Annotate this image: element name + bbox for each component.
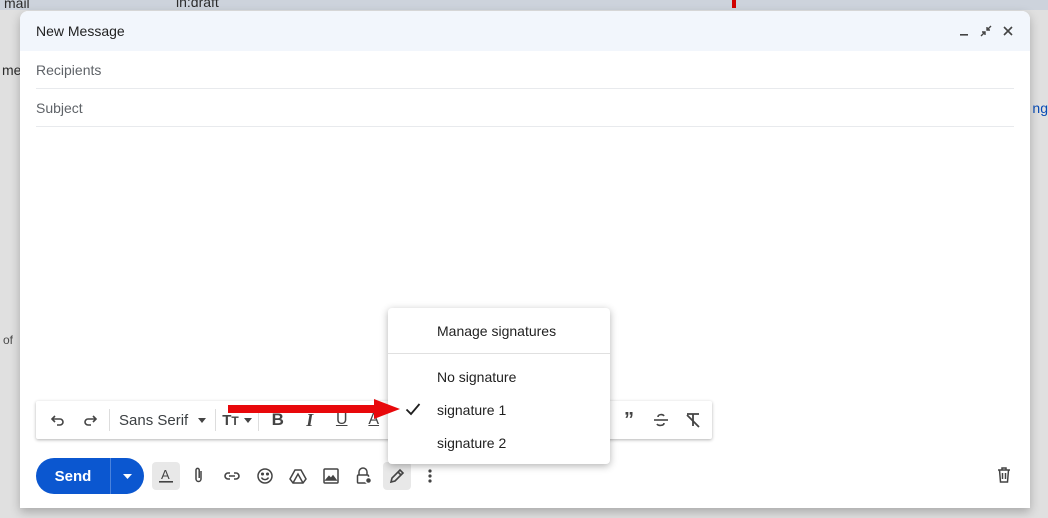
font-family-select[interactable]: Sans Serif (113, 412, 212, 429)
menu-item-label: signature 1 (437, 401, 507, 418)
menu-divider (388, 353, 610, 354)
discard-draft-icon[interactable] (992, 463, 1016, 487)
confidential-mode-icon[interactable] (350, 462, 378, 490)
signature-1-item[interactable]: signature 1 (388, 393, 610, 426)
menu-item-label: signature 2 (437, 434, 507, 451)
font-family-value: Sans Serif (119, 411, 189, 429)
manage-signatures-item[interactable]: Manage signatures (388, 314, 610, 347)
dropdown-caret-icon (198, 417, 207, 423)
remove-formatting-icon[interactable] (680, 407, 706, 433)
attach-file-icon[interactable] (185, 462, 213, 490)
recipients-field[interactable]: Recipients (36, 51, 1014, 89)
menu-item-label: No signature (437, 368, 517, 385)
close-icon[interactable] (998, 21, 1018, 41)
google-drive-icon[interactable] (284, 462, 312, 490)
compose-header: New Message (20, 11, 1030, 51)
signature-2-item[interactable]: signature 2 (388, 426, 610, 459)
insert-photo-icon[interactable] (317, 462, 345, 490)
annotation-arrow (228, 399, 400, 419)
send-button[interactable]: Send (36, 458, 110, 494)
dropdown-caret-icon (123, 473, 132, 479)
fullscreen-icon[interactable] (976, 21, 996, 41)
signature-pen-icon[interactable] (383, 462, 411, 490)
toolbar-separator (215, 409, 217, 431)
send-button-group: Send (36, 458, 144, 494)
checkmark-icon (405, 403, 421, 416)
undo-icon[interactable] (45, 407, 71, 433)
svg-text:A: A (161, 467, 170, 482)
subject-field[interactable]: Subject (36, 89, 1014, 127)
formatting-options-icon[interactable]: A (152, 462, 180, 490)
compose-title: New Message (36, 23, 125, 39)
minimize-icon[interactable] (954, 21, 974, 41)
bottom-action-icons: A (152, 460, 449, 492)
recipients-placeholder: Recipients (36, 61, 102, 78)
manage-signatures-label: Manage signatures (437, 322, 557, 339)
insert-link-icon[interactable] (218, 462, 246, 490)
quote-icon[interactable]: ” (616, 407, 642, 433)
emoji-icon[interactable] (251, 462, 279, 490)
strikethrough-icon[interactable] (648, 407, 674, 433)
send-options-button[interactable] (110, 458, 144, 494)
subject-placeholder: Subject (36, 99, 83, 116)
signature-menu: Manage signatures No signature signature… (388, 308, 610, 464)
compose-header-buttons (954, 21, 1020, 41)
no-signature-item[interactable]: No signature (388, 360, 610, 393)
more-options-icon[interactable] (416, 462, 444, 490)
toolbar-separator (109, 409, 110, 431)
redo-icon[interactable] (77, 407, 103, 433)
